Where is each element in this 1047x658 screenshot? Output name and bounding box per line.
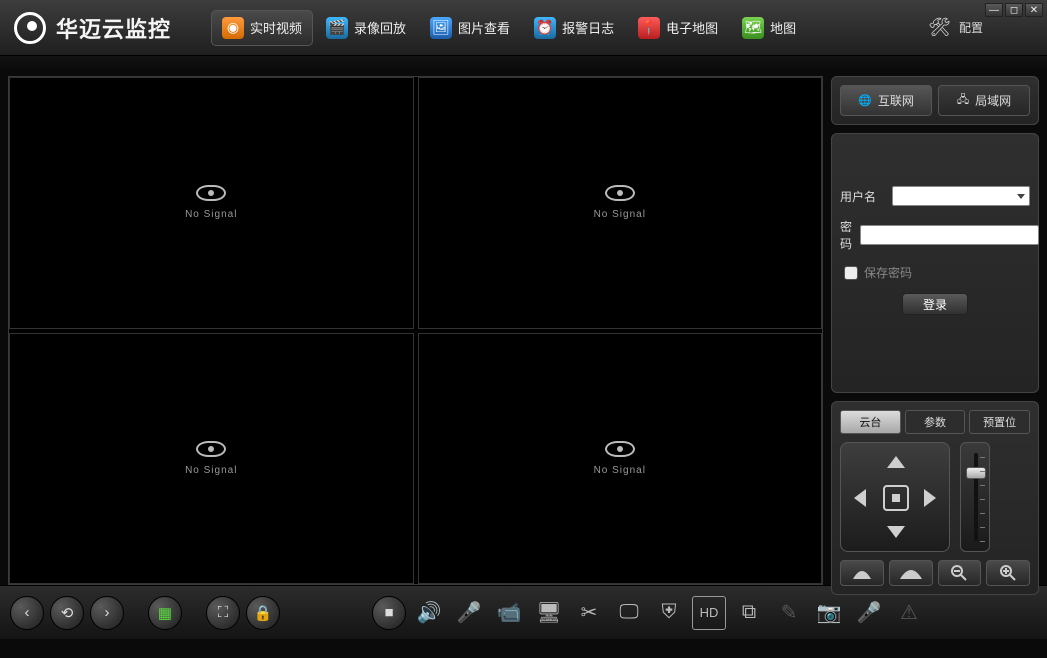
ptz-dpad (840, 442, 950, 552)
nav-label: 电子地图 (666, 18, 718, 37)
eye-icon (605, 185, 635, 201)
password-label: 密码 (840, 218, 852, 252)
mic2-icon[interactable]: 🎤 (852, 596, 886, 630)
nav-label: 录像回放 (354, 18, 406, 37)
eye-icon (196, 441, 226, 457)
main-row: No Signal No Signal No Signal No Signal … (0, 70, 1047, 585)
eye-icon (605, 441, 635, 457)
nav-label: 图片查看 (458, 18, 510, 37)
record-icon[interactable]: 📹 (492, 596, 526, 630)
snip-icon[interactable]: ✂ (572, 596, 606, 630)
side-column: 🌐 互联网 🖧 局域网 用户名 密码 保存密码 (831, 76, 1039, 585)
ptz-down-button[interactable] (883, 519, 909, 545)
ptz-up-button[interactable] (883, 449, 909, 475)
config-button[interactable]: 🛠 配置 (916, 11, 995, 44)
ptz-speed-slider[interactable] (960, 442, 990, 552)
video-cell-4[interactable]: No Signal (418, 333, 823, 585)
username-label: 用户名 (840, 188, 884, 205)
hd-icon[interactable]: HD (692, 596, 726, 630)
tab-lan-label: 局域网 (975, 92, 1011, 109)
password-input[interactable] (860, 225, 1039, 245)
map-pin-icon: 📍 (638, 17, 660, 39)
no-signal-label: No Signal (594, 465, 646, 476)
video-cell-1[interactable]: No Signal (9, 77, 414, 329)
nav-map[interactable]: 🗺 地图 (731, 10, 807, 46)
refresh-button[interactable]: ⟲ (50, 596, 84, 630)
zoom-in-button[interactable] (986, 560, 1030, 586)
nav-alarm[interactable]: ⏰ 报警日志 (523, 10, 625, 46)
username-select[interactable] (892, 186, 1030, 206)
ptz-right-button[interactable] (917, 485, 943, 511)
save-password-label: 保存密码 (864, 264, 912, 281)
tab-ptz[interactable]: 云台 (840, 410, 901, 434)
focus-near-button[interactable] (840, 560, 884, 586)
tab-internet-label: 互联网 (878, 92, 914, 109)
no-signal-label: No Signal (185, 209, 237, 220)
app-title: 华迈云监控 (56, 12, 171, 44)
login-button[interactable]: 登录 (902, 293, 968, 315)
edit-icon[interactable]: ✎ (772, 596, 806, 630)
nav-label: 报警日志 (562, 18, 614, 37)
nav-map-pin[interactable]: 📍 电子地图 (627, 10, 729, 46)
lan-icon: 🖧 (957, 91, 969, 110)
video-cell-3[interactable]: No Signal (9, 333, 414, 585)
main-nav: ◉ 实时视频 🎬 录像回放 🖼 图片查看 ⏰ 报警日志 📍 电子地图 🗺 地图 (211, 10, 807, 46)
layout-grid-button[interactable]: ▦ (148, 596, 182, 630)
device-icon[interactable]: 🖥 (532, 596, 566, 630)
image-icon: 🖼 (430, 17, 452, 39)
alert-icon[interactable]: ⚠ (892, 596, 926, 630)
no-signal-label: No Signal (185, 465, 237, 476)
ptz-left-button[interactable] (847, 485, 873, 511)
chevron-down-icon (1017, 194, 1025, 199)
film-icon: 🎬 (326, 17, 348, 39)
nav-film[interactable]: 🎬 录像回放 (315, 10, 417, 46)
zoom-out-button[interactable] (938, 560, 982, 586)
login-panel: 用户名 密码 保存密码 登录 (831, 133, 1039, 393)
close-button[interactable]: ✕ (1025, 3, 1043, 17)
volume-icon[interactable]: 🔊 (412, 596, 446, 630)
tab-lan[interactable]: 🖧 局域网 (938, 85, 1030, 116)
nav-camera[interactable]: ◉ 实时视频 (211, 10, 313, 46)
camera-icon: ◉ (222, 17, 244, 39)
focus-far-button[interactable] (889, 560, 933, 586)
no-signal-label: No Signal (594, 209, 646, 220)
map-icon: 🗺 (742, 17, 764, 39)
stop-all-button[interactable]: ■ (372, 596, 406, 630)
video-grid: No Signal No Signal No Signal No Signal (8, 76, 823, 585)
eye-icon (196, 185, 226, 201)
fullscreen-button[interactable]: ⛶ (206, 596, 240, 630)
camera2-icon[interactable]: 📷 (812, 596, 846, 630)
eye-logo-icon (14, 12, 46, 44)
screen-icon[interactable]: 🖵 (612, 596, 646, 630)
video-cell-2[interactable]: No Signal (418, 77, 823, 329)
ptz-stop-button[interactable] (883, 485, 909, 511)
minimize-button[interactable]: — (985, 3, 1003, 17)
cast-icon[interactable]: ⧉ (732, 596, 766, 630)
maximize-button[interactable]: ◻ (1005, 3, 1023, 17)
next-button[interactable]: › (90, 596, 124, 630)
tab-preset[interactable]: 预置位 (969, 410, 1030, 434)
globe-icon: 🌐 (858, 94, 872, 107)
ptz-panel: 云台 参数 预置位 (831, 401, 1039, 595)
tab-internet[interactable]: 🌐 互联网 (840, 85, 932, 116)
nav-image[interactable]: 🖼 图片查看 (419, 10, 521, 46)
window-controls: — ◻ ✕ (985, 3, 1043, 17)
save-password-checkbox[interactable] (844, 266, 858, 280)
app-logo: 华迈云监控 (6, 12, 171, 44)
titlebar-reflection (0, 56, 1047, 70)
prev-button[interactable]: ‹ (10, 596, 44, 630)
nav-label: 实时视频 (250, 18, 302, 37)
tab-params[interactable]: 参数 (905, 410, 966, 434)
lock-button[interactable]: 🔒 (246, 596, 280, 630)
config-label: 配置 (959, 19, 983, 36)
nav-label: 地图 (770, 18, 796, 37)
mic-icon[interactable]: 🎤 (452, 596, 486, 630)
shield-icon[interactable]: ⛨ (652, 596, 686, 630)
title-bar: 华迈云监控 ◉实时视频🎬录像回放🖼图片查看⏰报警日志📍电子地图🗺地图 🛠 配置 … (0, 0, 1047, 56)
gear-icon: 🛠 (928, 17, 951, 38)
alarm-icon: ⏰ (534, 17, 556, 39)
slider-thumb[interactable] (966, 467, 986, 479)
network-tabs-panel: 🌐 互联网 🖧 局域网 (831, 76, 1039, 125)
